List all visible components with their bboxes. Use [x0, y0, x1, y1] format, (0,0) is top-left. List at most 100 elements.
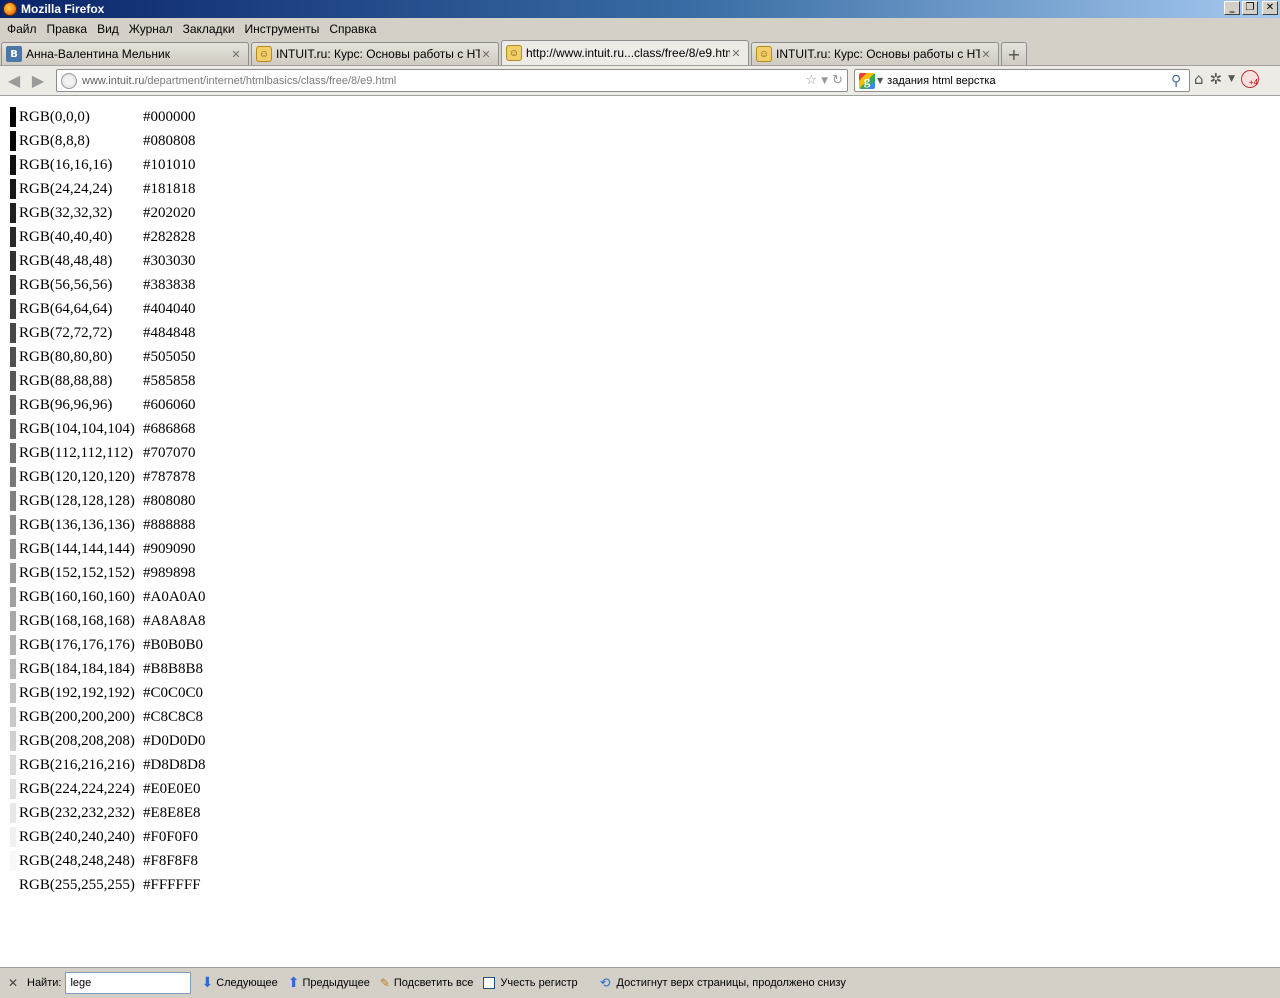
color-swatch — [10, 155, 16, 175]
hex-value: #888888 — [143, 516, 196, 533]
wrapped-search-icon: ⟲ — [599, 975, 611, 991]
color-row: RGB(136,136,136) #888888 — [10, 513, 206, 537]
hex-value: #282828 — [143, 228, 196, 245]
color-swatch — [10, 443, 16, 463]
menu-edit[interactable]: Правка — [42, 22, 93, 36]
rgb-value: RGB(72,72,72) — [19, 324, 113, 341]
color-swatch — [10, 683, 16, 703]
highlight-all-button[interactable]: ✎ Подсветить все — [380, 976, 474, 990]
color-row: RGB(96,96,96) #606060 — [10, 393, 206, 417]
url-bar[interactable]: www.intuit.ru/department/internet/htmlba… — [56, 69, 848, 92]
menu-bookmarks[interactable]: Закладки — [178, 22, 240, 36]
window-controls: _ ❐ ✕ — [1224, 1, 1278, 15]
rgb-value: RGB(40,40,40) — [19, 228, 113, 245]
menu-tools[interactable]: Инструменты — [240, 22, 325, 36]
hex-value: #202020 — [143, 204, 196, 221]
window-title-bar: Mozilla Firefox _ ❐ ✕ — [0, 0, 1280, 18]
rgb-value: RGB(24,24,24) — [19, 180, 113, 197]
color-row: RGB(48,48,48) #303030 — [10, 249, 206, 273]
close-find-bar-icon[interactable]: ✕ — [3, 976, 23, 990]
hex-value: #787878 — [143, 468, 196, 485]
find-input[interactable]: lege — [65, 972, 192, 994]
color-swatch — [10, 827, 16, 847]
vk-icon: B — [6, 46, 22, 62]
find-status: Достигнут верх страницы, продолжено сниз… — [616, 977, 846, 989]
color-row: RGB(152,152,152) #989898 — [10, 561, 206, 585]
addon-notification-icon[interactable]: +4 — [1241, 70, 1260, 88]
tools-icon[interactable]: ✲ — [1210, 70, 1223, 88]
menu-file[interactable]: Файл — [2, 22, 42, 36]
tab-label: Анна-Валентина Мельник — [26, 47, 170, 61]
search-input[interactable]: задания html верстка — [887, 75, 1171, 87]
hex-value: #C8C8C8 — [143, 708, 204, 725]
home-icon[interactable]: ⌂ — [1194, 70, 1204, 88]
hex-value: #000000 — [143, 108, 196, 125]
tab-vk[interactable]: B Анна-Валентина Мельник ✕ — [1, 42, 249, 65]
color-row: RGB(80,80,80) #505050 — [10, 345, 206, 369]
back-arrow-icon[interactable]: ◀ — [2, 69, 26, 93]
forward-arrow-icon[interactable]: ▶ — [26, 69, 50, 93]
close-tab-icon[interactable]: ✕ — [980, 48, 992, 61]
page-content: RGB(0,0,0) #000000 RGB(8,8,8) #080808 RGB(16… — [0, 97, 1280, 967]
match-case-checkbox[interactable]: Учесть регистр — [483, 977, 578, 989]
color-swatch — [10, 227, 16, 247]
find-bar: ✕ Найти: lege ⬇ Следующее ⬆ Предыдущее ✎… — [0, 967, 1280, 998]
find-next-button[interactable]: ⬇ Следующее — [201, 975, 277, 991]
search-bar[interactable]: g ▼ задания html верстка ⚲ — [854, 69, 1190, 92]
url-text[interactable]: www.intuit.ru/department/internet/htmlba… — [82, 75, 806, 87]
intuit-icon: ☺ — [506, 45, 522, 61]
intuit-icon: ☺ — [256, 46, 272, 62]
rgb-value: RGB(160,160,160) — [19, 588, 135, 605]
color-row: RGB(40,40,40) #282828 — [10, 225, 206, 249]
rgb-value: RGB(168,168,168) — [19, 612, 135, 629]
maximize-button[interactable]: ❐ — [1242, 1, 1258, 15]
color-swatch — [10, 731, 16, 751]
site-identity-icon[interactable] — [61, 72, 77, 89]
search-icon[interactable]: ⚲ — [1171, 73, 1189, 89]
color-row: RGB(104,104,104) #686868 — [10, 417, 206, 441]
hex-value: #505050 — [143, 348, 196, 365]
tab-intuit-course-1[interactable]: ☺ INTUIT.ru: Курс: Основы работы с HTM..… — [251, 42, 499, 65]
minimize-button[interactable]: _ — [1224, 1, 1240, 15]
hex-value: #686868 — [143, 420, 196, 437]
close-tab-icon[interactable]: ✕ — [230, 48, 242, 61]
rgb-value: RGB(120,120,120) — [19, 468, 135, 485]
rgb-value: RGB(176,176,176) — [19, 636, 135, 653]
menu-history[interactable]: Журнал — [124, 22, 178, 36]
tab-active-page[interactable]: ☺ http://www.intuit.ru...class/free/8/e9… — [501, 40, 749, 65]
rgb-value: RGB(96,96,96) — [19, 396, 113, 413]
color-row: RGB(0,0,0) #000000 — [10, 105, 206, 129]
google-search-engine-icon[interactable]: g — [859, 72, 875, 89]
history-dropdown-icon[interactable]: ▼ — [821, 76, 828, 86]
color-swatch — [10, 131, 16, 151]
color-row: RGB(32,32,32) #202020 — [10, 201, 206, 225]
menu-help[interactable]: Справка — [324, 22, 381, 36]
checkbox-icon[interactable] — [483, 977, 496, 989]
bookmark-star-icon[interactable]: ☆ — [806, 73, 818, 88]
close-tab-icon[interactable]: ✕ — [480, 48, 492, 61]
hex-value: #707070 — [143, 444, 196, 461]
new-tab-button[interactable]: + — [1001, 42, 1027, 65]
dropdown-arrow-icon[interactable]: ▼ — [1228, 74, 1235, 84]
find-previous-button[interactable]: ⬆ Предыдущее — [288, 975, 370, 991]
close-window-button[interactable]: ✕ — [1262, 1, 1278, 15]
rgb-value: RGB(64,64,64) — [19, 300, 113, 317]
hex-value: #383838 — [143, 276, 196, 293]
rgb-value: RGB(136,136,136) — [19, 516, 135, 533]
reload-icon[interactable]: ↻ — [832, 73, 843, 88]
color-swatch — [10, 875, 16, 895]
tab-intuit-course-2[interactable]: ☺ INTUIT.ru: Курс: Основы работы с HTM..… — [751, 42, 999, 65]
color-swatch — [10, 659, 16, 679]
color-row: RGB(224,224,224) #E0E0E0 — [10, 777, 206, 801]
search-engine-dropdown-icon[interactable]: ▼ — [877, 76, 883, 85]
find-label: Найти: — [27, 977, 62, 989]
tab-label: http://www.intuit.ru...class/free/8/e9.h… — [526, 46, 730, 60]
hex-value: #C0C0C0 — [143, 684, 204, 701]
color-row: RGB(216,216,216) #D8D8D8 — [10, 753, 206, 777]
color-row: RGB(64,64,64) #404040 — [10, 297, 206, 321]
menu-view[interactable]: Вид — [92, 22, 124, 36]
color-swatch — [10, 323, 16, 343]
color-row: RGB(255,255,255) #FFFFFF — [10, 873, 206, 897]
close-tab-icon[interactable]: ✕ — [730, 47, 742, 60]
hex-value: #F0F0F0 — [143, 828, 199, 845]
